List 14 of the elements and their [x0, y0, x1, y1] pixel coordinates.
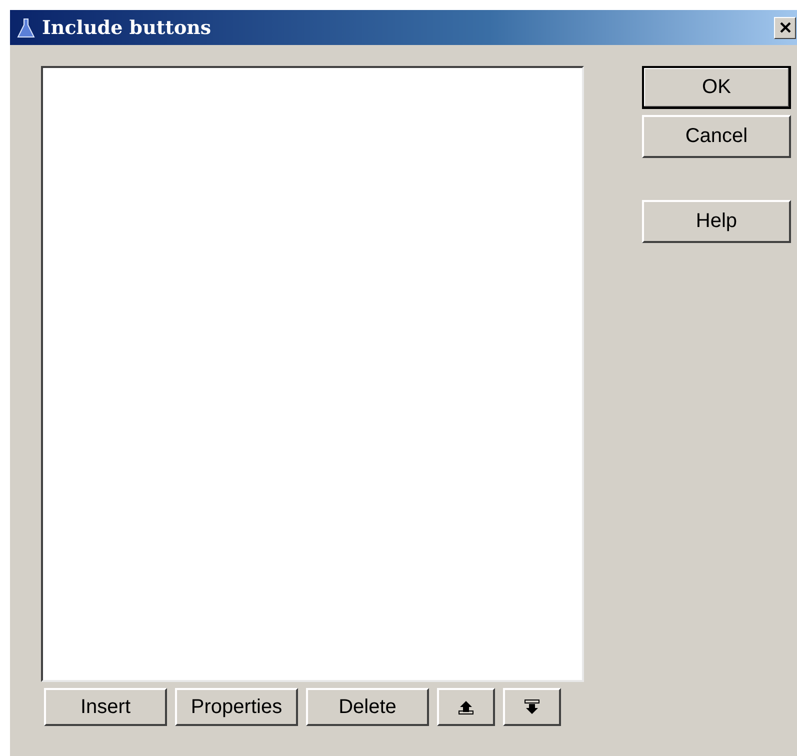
close-button[interactable] [774, 16, 796, 38]
properties-button[interactable]: Properties [175, 688, 298, 726]
cancel-button[interactable]: Cancel [642, 115, 791, 158]
up-arrow-icon [456, 698, 476, 716]
insert-button[interactable]: Insert [44, 688, 167, 726]
help-button[interactable]: Help [642, 200, 791, 243]
down-arrow-icon [522, 698, 542, 716]
close-icon [780, 22, 790, 33]
move-down-button[interactable] [503, 688, 561, 726]
ok-button[interactable]: OK [642, 66, 791, 109]
flask-icon [16, 16, 36, 38]
window-title: Include buttons [42, 16, 212, 38]
move-up-button[interactable] [437, 688, 495, 726]
delete-button[interactable]: Delete [306, 688, 429, 726]
